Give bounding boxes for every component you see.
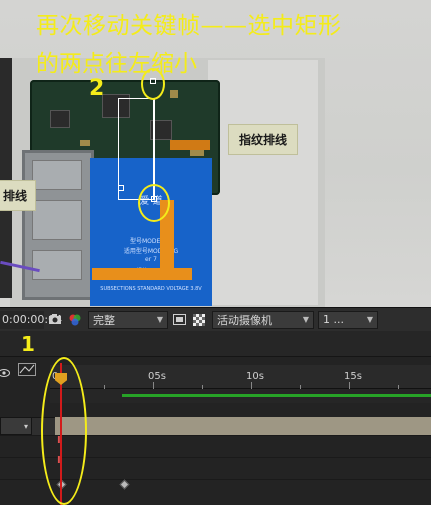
region-of-interest-icon[interactable]: [170, 311, 188, 329]
cable-tag-left: 排线: [0, 180, 37, 211]
views-value: 1 ...: [323, 313, 344, 326]
ruler-tick: [251, 382, 252, 389]
eye-icon[interactable]: [0, 363, 10, 382]
highlight-ring-timeline-keyframes: [41, 357, 87, 505]
annotation-title-line1: 再次移动关键帧——选中矩形: [36, 13, 342, 39]
step-1-label: 1: [21, 332, 35, 356]
resolution-dropdown[interactable]: 完整 ▼: [88, 310, 168, 329]
chevron-down-icon: ▼: [366, 315, 373, 324]
composition-viewer[interactable]: 爱 道 型号MODEL: H 适用型号MODEL: G er 7 1.规格MOD…: [0, 0, 431, 307]
timeline-switches: [0, 359, 50, 389]
highlight-ring-bottom-vertex: [138, 184, 170, 222]
chevron-down-icon: ▼: [156, 315, 163, 324]
time-ruler[interactable]: 0s 05s 10s 15s: [50, 365, 431, 389]
step-2-label: 2: [89, 76, 105, 101]
chevron-down-icon: ▾: [23, 421, 28, 431]
active-camera-dropdown[interactable]: 活动摄像机 ▼: [212, 310, 314, 329]
layer-duration-bar[interactable]: [55, 417, 431, 435]
transparency-grid-icon[interactable]: [190, 311, 208, 329]
annotation-title-line2: 的两点往左缩小: [36, 51, 197, 77]
flex-cable-connector: [170, 140, 210, 150]
work-area-range[interactable]: [122, 394, 431, 397]
layer-expand-toggle[interactable]: ▾: [0, 417, 32, 435]
active-camera-value: 活动摄像机: [217, 313, 272, 327]
phone-frame-right: [208, 60, 318, 305]
fingerprint-cable-tag: 指纹排线: [228, 124, 299, 155]
highlight-ring-top-vertex: [141, 68, 165, 100]
battery-footer: SUBSECTIONS STANDARD VOLTAGE 3.8V: [100, 286, 202, 292]
flex-cable-horizontal: [92, 268, 192, 280]
viewer-toolbar: 0:00:00:04 完整 ▼ 活动摄像机 ▼ 1 ... ▼: [0, 307, 431, 331]
camera-icon[interactable]: [46, 311, 64, 329]
ruler-label-10s: 10s: [246, 371, 264, 382]
mask-vertex-left[interactable]: [118, 185, 124, 191]
graph-editor-icon[interactable]: [18, 361, 36, 380]
color-channels-icon[interactable]: [66, 311, 84, 329]
chevron-down-icon: ▼: [302, 315, 309, 324]
timeline-tab-bar: [0, 331, 431, 357]
work-area-bar[interactable]: [50, 389, 431, 403]
battery-model-line1: 型号MODEL: H: [129, 238, 173, 245]
ruler-tick: [349, 382, 350, 389]
resolution-value: 完整: [93, 313, 115, 327]
metal-shield: [22, 150, 94, 300]
battery-model-line2: 适用型号MODEL: G: [123, 248, 179, 255]
ruler-tick: [153, 382, 154, 389]
ruler-label-05s: 05s: [148, 371, 166, 382]
current-time-display[interactable]: 0:00:00:04: [0, 310, 62, 329]
ruler-label-15s: 15s: [344, 371, 362, 382]
battery-model-line3: er 7: [145, 256, 157, 263]
views-dropdown[interactable]: 1 ... ▼: [318, 310, 378, 329]
